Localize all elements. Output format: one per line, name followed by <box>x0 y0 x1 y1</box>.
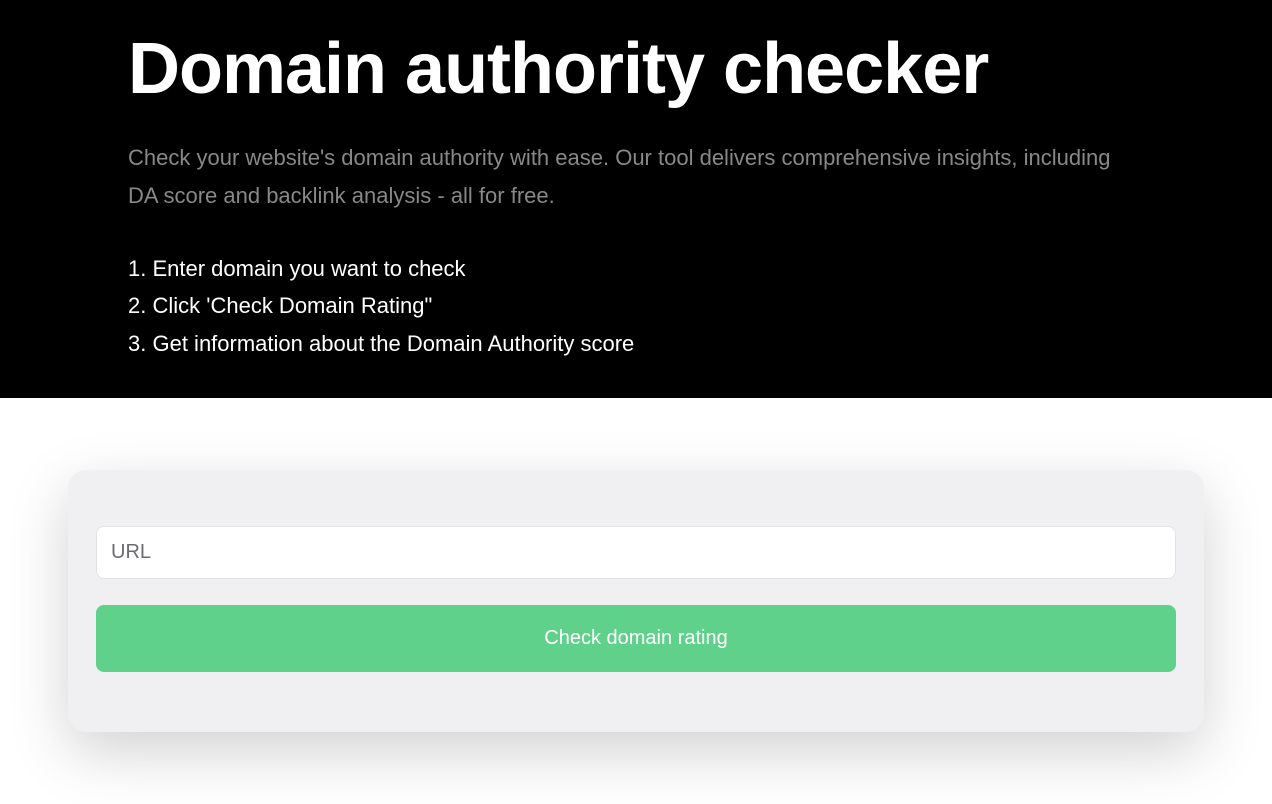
hero-section: Domain authority checker Check your webs… <box>0 0 1272 398</box>
step-item: Enter domain you want to check <box>128 250 1144 287</box>
step-item: Get information about the Domain Authori… <box>128 325 1144 362</box>
steps-list: Enter domain you want to check Click 'Ch… <box>128 250 1144 362</box>
step-item: Click 'Check Domain Rating" <box>128 287 1144 324</box>
url-input[interactable] <box>96 526 1176 579</box>
form-section: Check domain rating <box>0 398 1272 804</box>
page-title: Domain authority checker <box>128 30 1144 109</box>
form-card: Check domain rating <box>68 470 1204 732</box>
page-subtitle: Check your website's domain authority wi… <box>128 139 1144 214</box>
check-domain-rating-button[interactable]: Check domain rating <box>96 605 1176 672</box>
